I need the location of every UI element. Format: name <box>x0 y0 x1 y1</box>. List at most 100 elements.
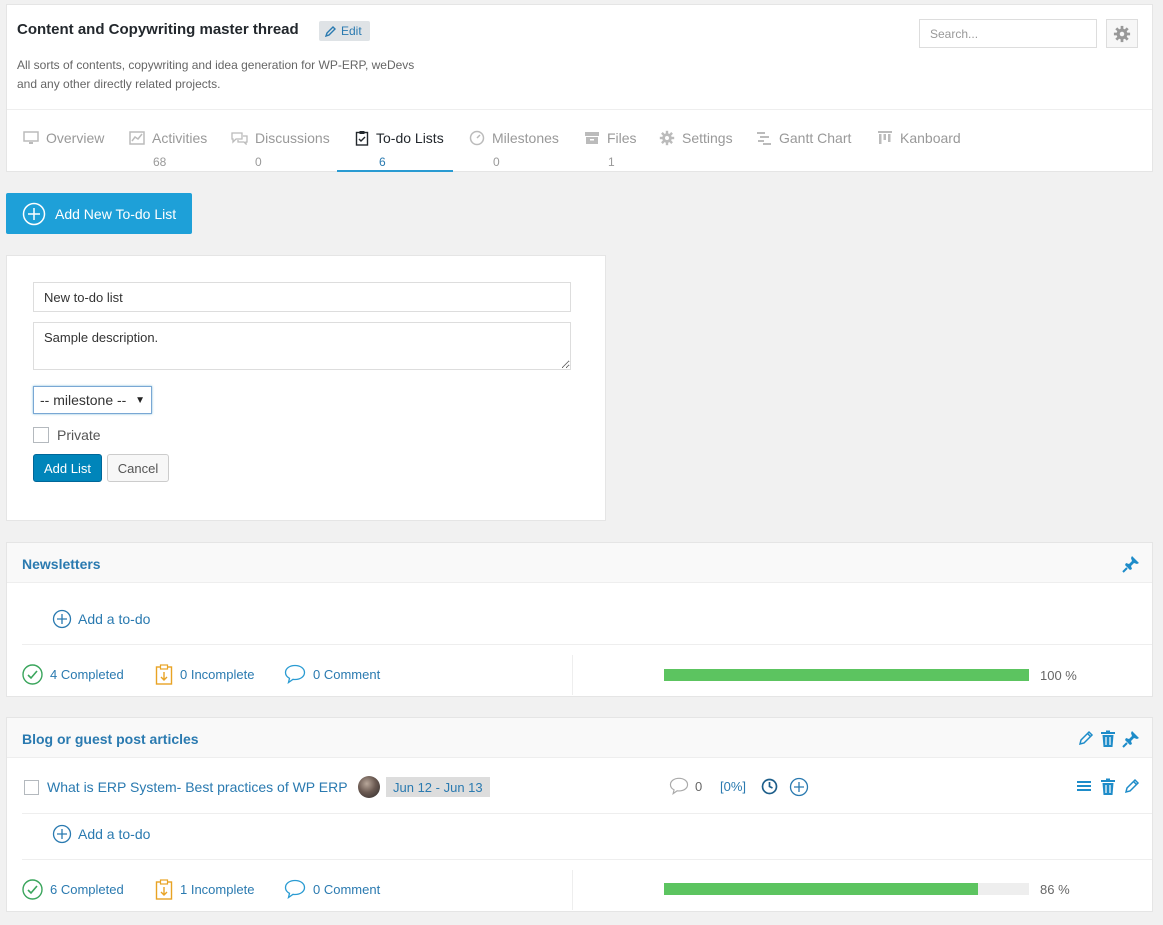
task-date-badge: Jun 12 - Jun 13 <box>386 777 490 797</box>
project-title: Content and Copywriting master thread <box>17 21 299 38</box>
tab-label: Milestones <box>492 130 559 146</box>
incomplete-count: 0 Incomplete <box>180 667 255 682</box>
list-title[interactable]: Newsletters <box>22 556 101 572</box>
tab-count: 68 <box>153 155 167 169</box>
trash-icon[interactable] <box>1100 778 1116 796</box>
clipboard-down-icon <box>155 879 173 900</box>
kanban-icon <box>878 131 892 144</box>
clipboard-icon <box>355 131 369 146</box>
plus-circle-icon <box>22 202 46 225</box>
menu-icon[interactable] <box>1076 778 1092 794</box>
tab-overview[interactable]: Overview <box>23 129 104 155</box>
time-tracker-button[interactable] <box>761 778 778 798</box>
pin-icon[interactable] <box>1122 730 1140 748</box>
incomplete-stat[interactable]: 0 Incomplete <box>155 664 254 685</box>
milestone-select[interactable]: -- milestone -- ▼ <box>33 386 152 414</box>
edit-label: Edit <box>341 24 362 38</box>
progress-bar <box>664 669 1029 681</box>
add-todo-button[interactable]: Add a to-do <box>52 824 150 844</box>
plus-circle-icon <box>52 824 72 844</box>
tab-milestones[interactable]: Milestones 0 <box>469 129 559 169</box>
task-checkbox[interactable] <box>24 780 39 795</box>
tab-settings[interactable]: Settings <box>659 129 733 155</box>
task-actions <box>1076 778 1140 796</box>
pencil-icon[interactable] <box>1078 730 1094 746</box>
cancel-button[interactable]: Cancel <box>107 454 169 482</box>
check-circle-icon <box>22 879 43 900</box>
tab-label: Activities <box>152 130 208 146</box>
list-name-input[interactable] <box>33 282 571 312</box>
completed-stat[interactable]: 4 Completed <box>22 664 124 685</box>
progress-percent: 86 % <box>1040 882 1070 897</box>
chart-icon <box>129 131 145 145</box>
milestone-selected: -- milestone -- <box>40 392 127 408</box>
progress-fill <box>664 883 978 895</box>
footer-divider <box>572 870 573 910</box>
comment-stat[interactable]: 0 Comment <box>284 664 380 684</box>
tab-label: To-do Lists <box>376 130 444 146</box>
plus-circle-icon <box>789 777 809 797</box>
monitor-icon <box>23 131 39 144</box>
completed-stat[interactable]: 6 Completed <box>22 879 124 900</box>
private-label: Private <box>57 427 101 443</box>
tab-count: 1 <box>608 155 615 169</box>
pencil-icon[interactable] <box>1124 778 1140 794</box>
todo-list-card: Newsletters Add a to-do 4 Completed 0 In… <box>6 542 1153 697</box>
task-comment[interactable]: 0 <box>669 777 702 795</box>
clock-icon <box>761 778 778 795</box>
private-option: Private <box>33 427 101 443</box>
list-footer: 6 Completed 1 Incomplete 0 Comment 86 % <box>22 870 1152 910</box>
private-checkbox[interactable] <box>33 427 49 443</box>
tab-todo-lists[interactable]: To-do Lists 6 <box>355 129 444 169</box>
comment-count: 0 Comment <box>313 666 381 682</box>
project-header: Content and Copywriting master thread Ed… <box>6 4 1153 172</box>
header-divider <box>7 109 1152 110</box>
task-percent: [0%] <box>720 779 747 794</box>
task-comment-count: 0 <box>695 778 703 794</box>
comment-icon <box>284 879 306 899</box>
list-title[interactable]: Blog or guest post articles <box>22 731 199 747</box>
avatar <box>358 776 380 798</box>
comment-icon <box>669 777 689 795</box>
progress-bar <box>664 883 1029 895</box>
add-subtask-button[interactable] <box>789 777 809 800</box>
add-todo-label: Add a to-do <box>78 611 151 627</box>
edit-project-button[interactable]: Edit <box>319 21 370 41</box>
add-list-button[interactable]: Add List <box>33 454 102 482</box>
row-divider <box>22 859 1152 860</box>
tab-discussions[interactable]: Discussions 0 <box>231 129 330 169</box>
chat-icon <box>231 132 248 145</box>
tab-label: Settings <box>682 130 733 146</box>
completed-count: 4 Completed <box>50 667 124 682</box>
tab-kanboard[interactable]: Kanboard <box>877 129 961 155</box>
project-settings-button[interactable] <box>1106 19 1138 48</box>
tab-label: Kanboard <box>900 130 961 146</box>
project-description: All sorts of contents, copywriting and i… <box>17 58 415 91</box>
task-title[interactable]: What is ERP System- Best practices of WP… <box>47 779 348 795</box>
add-new-todo-list-button[interactable]: Add New To-do List <box>6 193 192 234</box>
pin-icon[interactable] <box>1122 555 1140 573</box>
add-list-label: Add New To-do List <box>55 205 177 222</box>
tab-files[interactable]: Files 1 <box>584 129 637 169</box>
trash-icon[interactable] <box>1100 730 1116 748</box>
tab-gantt-chart[interactable]: Gantt Chart <box>756 129 851 155</box>
tab-label: Discussions <box>255 130 330 146</box>
list-description-textarea[interactable]: Sample description. <box>33 322 571 370</box>
plus-circle-icon <box>52 609 72 629</box>
comment-icon <box>284 664 306 684</box>
gantt-icon <box>757 132 771 145</box>
comment-count: 0 Comment <box>313 881 381 897</box>
add-todo-button[interactable]: Add a to-do <box>52 609 150 629</box>
new-list-form: Sample description. -- milestone -- ▼ Pr… <box>6 255 606 521</box>
incomplete-stat[interactable]: 1 Incomplete <box>155 879 254 900</box>
todo-list-card: Blog or guest post articles What is ERP … <box>6 717 1153 912</box>
archive-icon <box>585 132 599 144</box>
tab-count: 0 <box>255 155 262 169</box>
comment-stat[interactable]: 0 Comment <box>284 879 380 899</box>
list-actions <box>1122 555 1140 573</box>
row-divider <box>22 813 1152 814</box>
progress-percent: 100 % <box>1040 668 1077 683</box>
search-input[interactable] <box>919 19 1097 48</box>
completed-count: 6 Completed <box>50 882 124 897</box>
tab-activities[interactable]: Activities 68 <box>129 129 207 169</box>
